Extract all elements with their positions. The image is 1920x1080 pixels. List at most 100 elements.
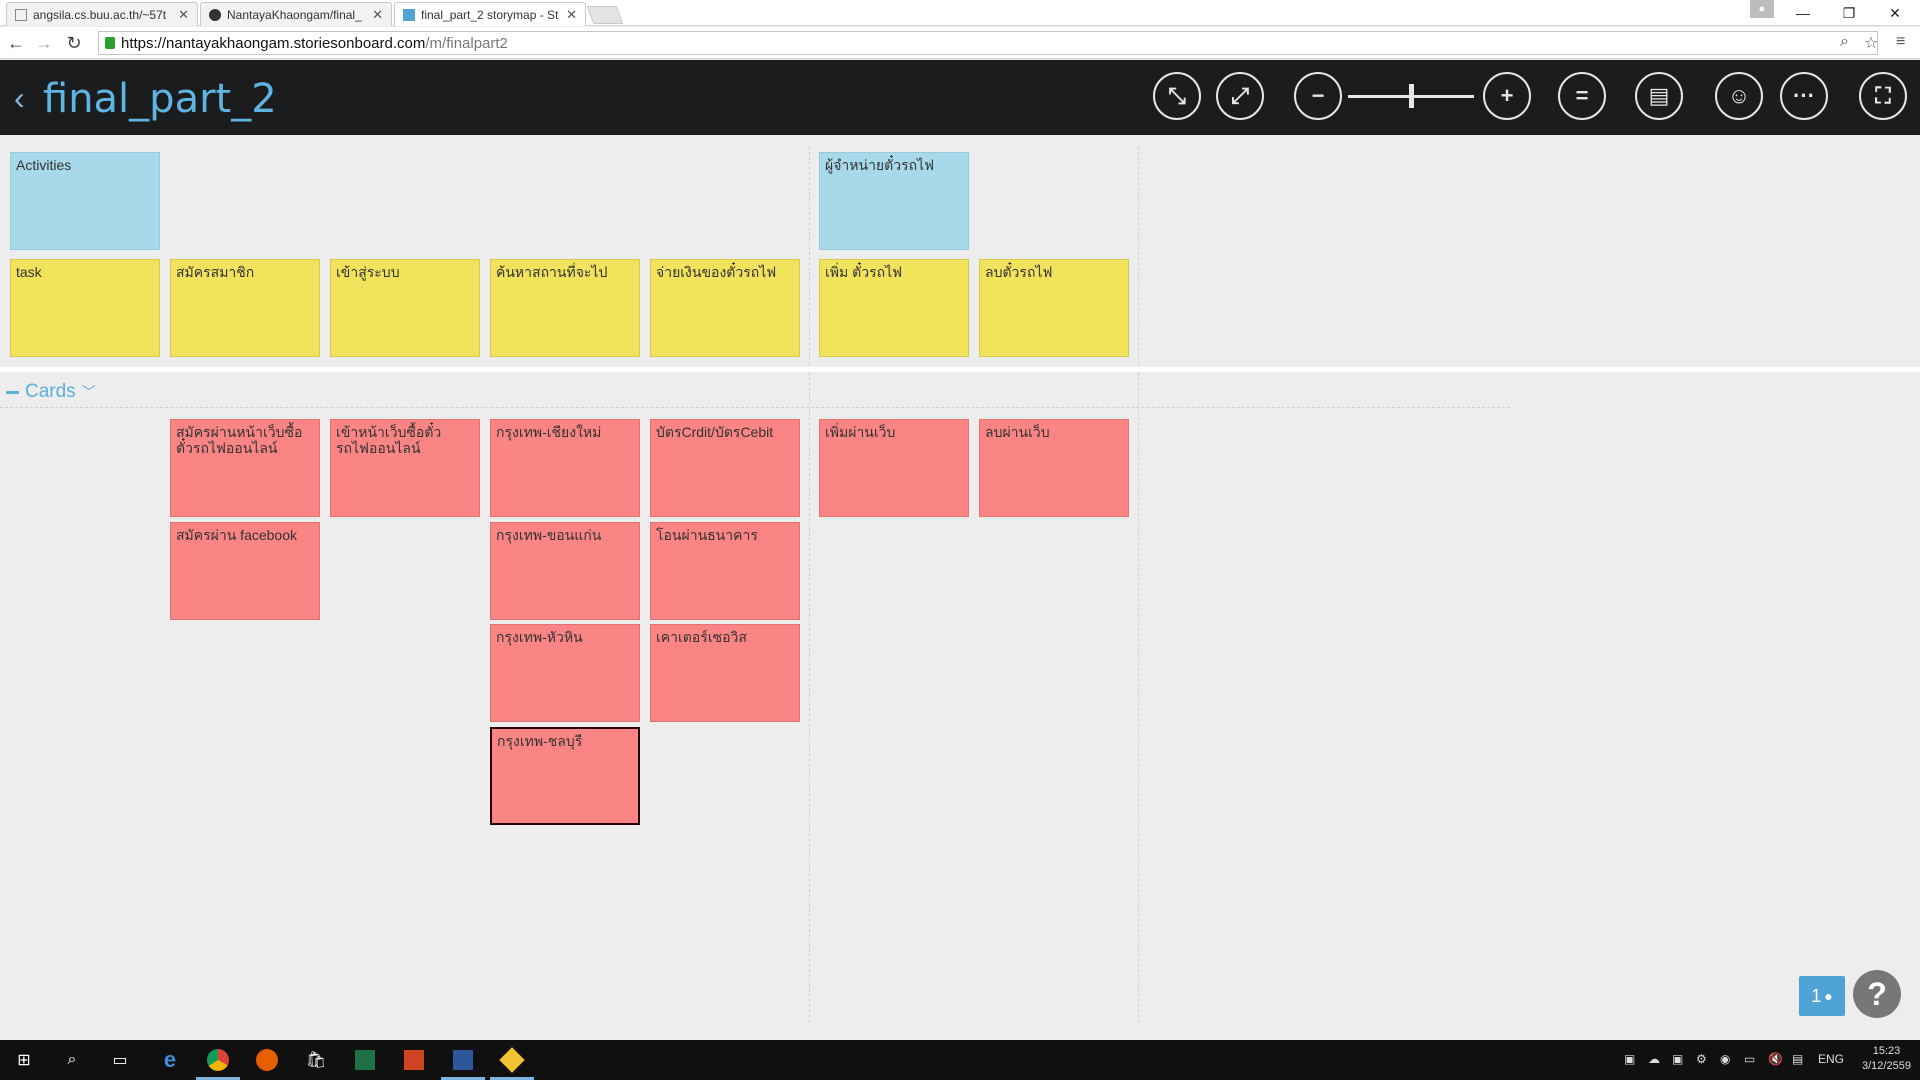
- row-divider: [0, 407, 1510, 408]
- clock-time: 15:23: [1872, 1045, 1901, 1057]
- git-icon[interactable]: [490, 1046, 534, 1080]
- story-card[interactable]: สมัครผ่าน facebook: [170, 522, 320, 620]
- notes-button[interactable]: ▤: [1635, 72, 1683, 120]
- zoom-lens-icon[interactable]: ⌕: [1840, 33, 1849, 51]
- tray-app-icon[interactable]: ▣: [1624, 1052, 1635, 1066]
- browser-tab-3[interactable]: final_part_2 storymap - St ✕: [394, 2, 586, 26]
- collapse-button[interactable]: ⤡: [1153, 72, 1201, 120]
- close-tab-icon[interactable]: ✕: [566, 7, 577, 23]
- close-tab-icon[interactable]: ✕: [178, 7, 189, 23]
- excel-icon[interactable]: [351, 1046, 379, 1074]
- story-card[interactable]: เข้าหน้าเว็บซื้อตั๋วรถไฟออนไลน์: [330, 419, 480, 517]
- user-icon: ●: [1824, 988, 1833, 1004]
- url-input[interactable]: https://nantayakhaongam.storiesonboard.c…: [98, 31, 1878, 55]
- story-card[interactable]: สมัครผ่านหน้าเว็บซื้อตั๋วรถไฟออนไลน์: [170, 419, 320, 517]
- story-card[interactable]: ลบผ่านเว็บ: [979, 419, 1129, 517]
- reload-button[interactable]: ↻: [62, 31, 86, 55]
- task-card[interactable]: ค้นหาสถานที่จะไป: [490, 259, 640, 357]
- equal-button[interactable]: =: [1558, 72, 1606, 120]
- release-header[interactable]: Cards ﹀: [6, 381, 96, 403]
- online-users-button[interactable]: 1 ●: [1799, 976, 1845, 1016]
- column-divider: [809, 147, 810, 1022]
- chrome-icon[interactable]: [196, 1046, 240, 1080]
- story-card[interactable]: โอนผ่านธนาคาร: [650, 522, 800, 620]
- close-window-button[interactable]: ✕: [1872, 0, 1918, 26]
- minimize-button[interactable]: —: [1780, 0, 1826, 26]
- task-card[interactable]: จ่ายเงินของตั๋วรถไฟ: [650, 259, 800, 357]
- expand-icon: ⤢: [1231, 83, 1249, 108]
- app-header: ‹ final_part_2 ⤡ ⤢ − + = ▤ ☺ ··· ⛶: [0, 60, 1920, 135]
- clock[interactable]: 15:23 3/12/2559: [1862, 1044, 1911, 1074]
- story-card[interactable]: กรุงเทพ-เชียงใหม่: [490, 419, 640, 517]
- fullscreen-button[interactable]: ⛶: [1859, 72, 1907, 120]
- lock-icon: [105, 37, 115, 49]
- chevron-down-icon[interactable]: ﹀: [82, 382, 96, 402]
- task-card[interactable]: เข้าสู่ระบบ: [330, 259, 480, 357]
- back-chevron-icon[interactable]: ‹: [14, 80, 25, 117]
- tray-app-icon[interactable]: ◉: [1720, 1052, 1730, 1066]
- story-card-selected[interactable]: กรุงเทพ-ชลบุรี: [490, 727, 640, 825]
- task-view-icon[interactable]: ▭: [106, 1046, 134, 1074]
- zoom-out-icon: −: [1311, 83, 1325, 108]
- browser-tab-1[interactable]: angsila.cs.buu.ac.th/~57t ✕: [6, 2, 198, 26]
- bookmark-star-icon[interactable]: ☆: [1864, 33, 1878, 53]
- story-card[interactable]: กรุงเทพ-ขอนแก่น: [490, 522, 640, 620]
- windows-start-icon[interactable]: ⊞: [10, 1046, 38, 1074]
- page-icon: [15, 8, 27, 21]
- powerpoint-icon[interactable]: [400, 1046, 428, 1074]
- story-card[interactable]: เพิ่มผ่านเว็บ: [819, 419, 969, 517]
- collapse-release-icon[interactable]: [6, 390, 19, 394]
- close-tab-icon[interactable]: ✕: [372, 7, 383, 23]
- language-indicator[interactable]: ENG: [1818, 1052, 1844, 1066]
- word-icon[interactable]: [441, 1046, 485, 1080]
- task-card[interactable]: task: [10, 259, 160, 357]
- volume-muted-icon[interactable]: 🔇: [1768, 1052, 1783, 1066]
- story-card[interactable]: เคาเตอร์เซอวิส: [650, 624, 800, 722]
- tray-app-icon[interactable]: ⚙: [1696, 1052, 1707, 1066]
- forward-button[interactable]: →: [32, 31, 56, 55]
- restore-button[interactable]: ❐: [1826, 0, 1872, 26]
- story-card[interactable]: กรุงเทพ-หัวหิน: [490, 624, 640, 722]
- more-button[interactable]: ···: [1780, 72, 1828, 120]
- store-icon[interactable]: 🛍: [302, 1046, 330, 1074]
- release-label: Cards: [25, 381, 76, 402]
- users-count: 1: [1811, 985, 1822, 1006]
- firefox-icon[interactable]: [253, 1046, 281, 1074]
- browser-tab-2[interactable]: NantayaKhaongam/final_ ✕: [200, 2, 392, 26]
- notes-icon: ▤: [1648, 83, 1670, 108]
- user-button[interactable]: ☺: [1715, 72, 1763, 120]
- fullscreen-icon: ⛶: [1875, 83, 1891, 108]
- help-icon: ?: [1867, 975, 1887, 1012]
- task-card[interactable]: เพิ่ม ตั๋วรถไฟ: [819, 259, 969, 357]
- user-icon: ☺: [1727, 83, 1751, 108]
- zoom-out-button[interactable]: −: [1294, 72, 1342, 120]
- tray-app-icon[interactable]: ▣: [1672, 1052, 1683, 1066]
- back-button[interactable]: ←: [4, 31, 28, 55]
- clock-date: 3/12/2559: [1862, 1060, 1911, 1072]
- equal-icon: =: [1575, 83, 1589, 108]
- new-tab-button[interactable]: [586, 6, 624, 24]
- story-map-board: Activities ผู้จำหน่ายตั๋วรถไฟ task สมัคร…: [0, 135, 1920, 1040]
- github-icon: [209, 8, 221, 21]
- expand-button[interactable]: ⤢: [1216, 72, 1264, 120]
- action-center-icon[interactable]: ▤: [1792, 1052, 1803, 1066]
- story-card[interactable]: บัตรCrdit/บัตรCebit: [650, 419, 800, 517]
- onedrive-icon[interactable]: ☁: [1648, 1052, 1660, 1066]
- column-divider: [1138, 147, 1139, 1022]
- activity-card[interactable]: ผู้จำหน่ายตั๋วรถไฟ: [819, 152, 969, 250]
- help-button[interactable]: ?: [1853, 970, 1901, 1018]
- edge-icon[interactable]: e: [156, 1046, 184, 1074]
- network-icon[interactable]: ▭: [1744, 1052, 1755, 1066]
- task-card[interactable]: สมัครสมาชิก: [170, 259, 320, 357]
- search-icon[interactable]: ⌕: [58, 1046, 86, 1074]
- board-title[interactable]: final_part_2: [43, 76, 277, 122]
- task-card[interactable]: ลบตั๋วรถไฟ: [979, 259, 1129, 357]
- collapse-icon: ⤡: [1168, 83, 1186, 108]
- storiesonboard-icon: [403, 8, 415, 21]
- profile-icon[interactable]: ●: [1750, 0, 1774, 18]
- activity-card[interactable]: Activities: [10, 152, 160, 250]
- zoom-slider-handle[interactable]: [1409, 84, 1414, 108]
- menu-icon[interactable]: ≡: [1896, 33, 1905, 51]
- tab-title: final_part_2 storymap - St: [421, 7, 559, 22]
- zoom-in-button[interactable]: +: [1483, 72, 1531, 120]
